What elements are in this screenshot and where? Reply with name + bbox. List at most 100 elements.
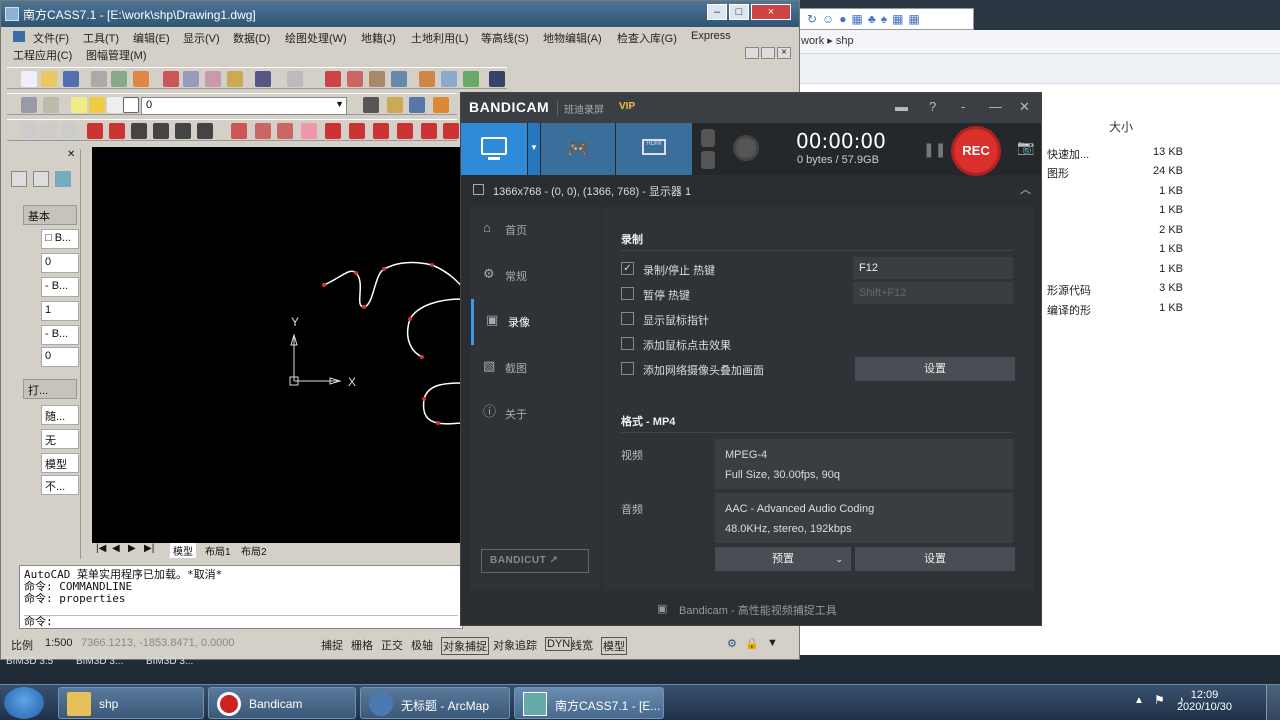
audio-format-box[interactable]: AAC - Advanced Audio Coding 48.0KHz, ste…	[715, 493, 1013, 543]
move-icon[interactable]	[255, 123, 271, 139]
erase-icon[interactable]	[231, 123, 247, 139]
desktop-label[interactable]: BIM3D 3...	[146, 656, 193, 667]
file-row[interactable]: 1 KB	[1041, 183, 1280, 202]
menu-express[interactable]: Express	[691, 30, 731, 42]
comm-center-icon[interactable]: ⚙	[727, 637, 737, 650]
print-icon[interactable]	[91, 71, 107, 87]
pline-icon[interactable]	[61, 123, 77, 139]
break-icon[interactable]	[373, 123, 389, 139]
zoom-previous-icon[interactable]	[391, 71, 407, 87]
prop-lineweight[interactable]: - B...	[41, 325, 79, 345]
tab-model[interactable]: 模型	[170, 543, 196, 558]
size-column-header[interactable]: 大小	[1109, 118, 1133, 135]
command-prompt[interactable]: 命令:	[24, 615, 458, 628]
color-swatch-icon[interactable]	[123, 97, 139, 113]
toggle-ortho[interactable]: 正交	[381, 637, 403, 653]
help-icon[interactable]: ?	[929, 99, 936, 114]
pause-hotkey-field[interactable]: Shift+F12	[853, 282, 1013, 304]
checkbox-checked[interactable]: ✓	[621, 262, 634, 275]
nav-home[interactable]: ⌂ 首页	[471, 207, 601, 253]
toggle-dyn[interactable]: DYN	[545, 637, 573, 651]
prop-space[interactable]: 模型	[41, 453, 79, 473]
close-button[interactable]: ✕	[1019, 99, 1030, 115]
pickadd-icon[interactable]	[55, 171, 71, 187]
menu-contour[interactable]: 等高线(S)	[481, 30, 529, 46]
rotate-icon[interactable]	[277, 123, 293, 139]
show-desktop-button[interactable]	[1266, 685, 1280, 720]
microphone-icon[interactable]	[701, 151, 715, 169]
record-hotkey-field[interactable]: F12	[853, 257, 1013, 279]
tab-last-icon[interactable]: ▶|	[144, 543, 154, 554]
nav-image[interactable]: ▧ 截图	[471, 345, 601, 391]
ray-icon[interactable]	[197, 123, 213, 139]
undo-icon[interactable]	[255, 71, 271, 87]
device-mode-button[interactable]: HDMI	[616, 123, 692, 175]
doc-restore-button[interactable]	[761, 47, 775, 59]
screen-mode-dropdown[interactable]: ▼	[528, 123, 540, 175]
linetype-icon[interactable]	[363, 97, 379, 113]
section-general[interactable]: 基本	[23, 205, 77, 225]
spline-icon[interactable]	[175, 123, 191, 139]
file-row[interactable]: 快速加... 13 KB	[1041, 144, 1280, 163]
fillet-icon[interactable]	[421, 123, 437, 139]
pencil-icon[interactable]	[433, 97, 449, 113]
polygon-icon[interactable]	[109, 123, 125, 139]
chevron-up-icon[interactable]: ︿	[1020, 181, 1031, 197]
box-icon[interactable]	[131, 123, 147, 139]
trim-icon[interactable]	[325, 123, 341, 139]
tab-layout2[interactable]: 布局2	[238, 543, 270, 558]
camera-icon[interactable]: 📷	[1017, 139, 1034, 156]
arc-icon[interactable]	[153, 123, 169, 139]
tray-expand-icon[interactable]: ▲	[1134, 695, 1144, 706]
scale-value[interactable]: 1:500	[45, 637, 73, 649]
speaker-icon[interactable]	[701, 129, 715, 147]
file-row[interactable]: 形源代码 3 KB	[1041, 280, 1280, 299]
toggle-model[interactable]: 模型	[601, 637, 627, 655]
close-button[interactable]: ×	[751, 4, 791, 20]
design-center-icon[interactable]	[441, 71, 457, 87]
tray-icon[interactable]: ‐	[961, 99, 965, 114]
open-icon[interactable]	[41, 71, 57, 87]
rec-button[interactable]: REC	[951, 126, 1001, 176]
bandicut-button[interactable]: BANDICUT ↗	[481, 549, 589, 573]
extend-icon[interactable]	[349, 123, 365, 139]
nav-video[interactable]: ▣ 录像	[471, 299, 601, 345]
toggle-grid[interactable]: 栅格	[351, 637, 373, 653]
status-menu-icon[interactable]: ▼	[767, 637, 778, 649]
menu-sheet[interactable]: 图幅管理(M)	[86, 47, 147, 63]
cass-titlebar[interactable]: 南方CASS7.1 - [E:\work\shp\Drawing1.dwg] –…	[1, 1, 799, 27]
new-icon[interactable]	[21, 71, 37, 87]
scale-icon[interactable]	[301, 123, 317, 139]
publish-icon[interactable]	[133, 71, 149, 87]
menu-landuse[interactable]: 土地利用(L)	[411, 30, 468, 46]
doc-minimize-button[interactable]	[745, 47, 759, 59]
select-objects-icon[interactable]	[33, 171, 49, 187]
layer-iso-icon[interactable]	[409, 97, 425, 113]
taskbar-item-cass[interactable]: 南方CASS7.1 - [E...	[514, 687, 664, 719]
tab-next-icon[interactable]: ▶	[128, 543, 136, 554]
prop-misc[interactable]: 不...	[41, 475, 79, 495]
nav-general[interactable]: ⚙ 常规	[471, 253, 601, 299]
screen-mode-button[interactable]	[461, 123, 527, 175]
rect-icon[interactable]	[87, 123, 103, 139]
desktop-label[interactable]: BIM3D 3.5	[6, 656, 53, 667]
quick-select-icon[interactable]	[11, 171, 27, 187]
toggle-osnap[interactable]: 对象捕捉	[441, 637, 489, 655]
webcam-icon[interactable]	[733, 135, 759, 161]
cut-icon[interactable]	[163, 71, 179, 87]
minimize-button[interactable]: —	[989, 99, 1002, 114]
panel-close-icon[interactable]: ✕	[67, 149, 75, 160]
prop-color[interactable]: □ B...	[41, 229, 79, 249]
menu-cadastre[interactable]: 地籍(J)	[361, 30, 396, 46]
layer-prev-icon[interactable]	[387, 97, 403, 113]
toggle-polar[interactable]: 极轴	[411, 637, 433, 653]
pan-icon[interactable]	[325, 71, 341, 87]
file-row[interactable]: 1 KB	[1041, 202, 1280, 221]
zoom-realtime-icon[interactable]	[347, 71, 363, 87]
preview-icon[interactable]	[111, 71, 127, 87]
checkbox[interactable]	[621, 312, 634, 325]
layer-dropdown[interactable]: 0 ▼	[141, 97, 347, 115]
help-icon[interactable]	[489, 71, 505, 87]
chamfer-icon[interactable]	[397, 123, 413, 139]
prop-linetype[interactable]: - B...	[41, 277, 79, 297]
